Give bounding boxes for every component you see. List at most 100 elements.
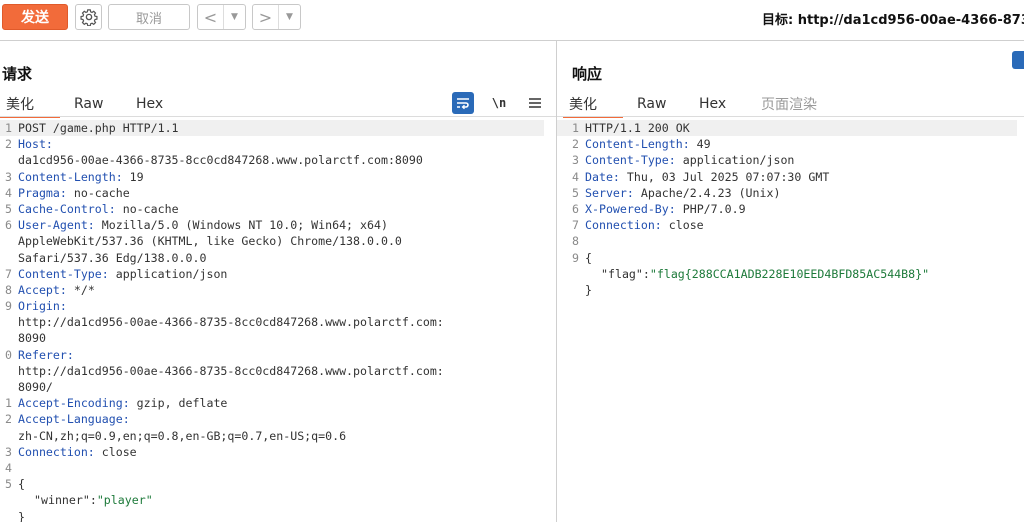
line-content: Host:: [12, 136, 53, 152]
code-line: http://da1cd956-00ae-4366-8735-8cc0cd847…: [0, 363, 556, 379]
line-number: 5: [572, 185, 579, 200]
line-content: Cache-Control: no-cache: [12, 201, 179, 217]
line-content: Pragma: no-cache: [12, 185, 130, 201]
newline-icon[interactable]: \n: [488, 92, 510, 114]
line-content: Date: Thu, 03 Jul 2025 07:07:30 GMT: [579, 169, 829, 185]
response-editor[interactable]: 1 HTTP/1.1 200 OK 2 Content-Length: 49 3 Cont…: [557, 120, 1024, 298]
header-name: Connection:: [18, 444, 95, 459]
line-number: 7: [572, 218, 579, 233]
header-value: gzip, deflate: [129, 396, 228, 411]
settings-button[interactable]: [75, 4, 102, 30]
code-line: 9 Origin:: [0, 298, 556, 314]
line-number: [0, 330, 12, 346]
code-line: 5 Cache-Control: no-cache: [0, 201, 556, 217]
header-value: */*: [66, 282, 95, 297]
back-history-dropdown[interactable]: ▼: [224, 5, 245, 29]
line-number: 4: [5, 460, 12, 475]
line-content: HTTP/1.1 200 OK: [579, 120, 690, 136]
line-content: Content-Length: 49: [579, 136, 711, 152]
request-tab-hex[interactable]: Hex: [122, 91, 184, 117]
response-tab-raw[interactable]: Raw: [623, 91, 685, 117]
line-number: [0, 492, 12, 508]
line-content: Connection: close: [12, 444, 137, 460]
code-line: zh-CN,zh;q=0.9,en;q=0.8,en-GB;q=0.7,en-U…: [0, 428, 556, 444]
header-value: HTTP/1.1 200 OK: [585, 121, 690, 135]
code-line: 8090: [0, 330, 556, 346]
header-name: Date:: [585, 169, 620, 184]
line-content: AppleWebKit/537.36 (KHTML, like Gecko) C…: [12, 233, 402, 249]
menu-icon[interactable]: [524, 92, 546, 114]
line-number: 8: [572, 234, 579, 249]
response-tab-pretty[interactable]: 美化: [563, 91, 623, 118]
json-key: "flag": [601, 266, 643, 281]
response-tab-render[interactable]: 页面渲染: [747, 91, 827, 117]
cancel-button[interactable]: 取消: [108, 4, 190, 30]
code-line: http://da1cd956-00ae-4366-8735-8cc0cd847…: [0, 314, 556, 330]
header-name: Server:: [585, 185, 634, 200]
line-content: da1cd956-00ae-4366-8735-8cc0cd847268.www…: [12, 152, 423, 168]
wrap-icon[interactable]: [452, 92, 474, 114]
line-content: [12, 460, 18, 476]
line-content: Content-Type: application/json: [12, 266, 227, 282]
line-number: 3: [5, 169, 12, 184]
request-title: 请求: [2, 65, 33, 83]
line-content: Accept-Language:: [12, 411, 130, 427]
header-value: }: [18, 509, 25, 522]
json-separator: :: [89, 493, 97, 508]
line-content: X-Powered-By: PHP/7.0.9: [579, 201, 746, 217]
header-value: http://da1cd956-00ae-4366-8735-8cc0cd847…: [18, 315, 444, 330]
back-button[interactable]: <: [198, 5, 224, 29]
target-url[interactable]: 目标: http://da1cd956-00ae-4366-873: [762, 9, 1024, 28]
response-tab-divider: [557, 116, 1024, 117]
response-panel: 响应 美化 Raw Hex 页面渲染 1 HTTP/1.1 200 OK 2 Cont…: [557, 41, 1024, 522]
code-line: 5 Server: Apache/2.4.23 (Unix): [557, 185, 1024, 201]
request-editor-tools: \n: [452, 91, 546, 115]
header-value: {: [18, 477, 25, 492]
line-number: 2: [5, 412, 12, 427]
line-content: }: [12, 509, 25, 522]
line-number: 9: [5, 299, 12, 314]
header-value: }: [585, 282, 592, 297]
line-number: [0, 250, 12, 266]
line-number: 6: [5, 218, 12, 233]
header-name: Referer:: [18, 347, 74, 362]
line-content: Accept-Encoding: gzip, deflate: [12, 395, 227, 411]
collapse-icon[interactable]: [1012, 51, 1024, 69]
line-number: [0, 379, 12, 395]
line-content: {: [579, 250, 592, 266]
forward-history-dropdown[interactable]: ▼: [279, 5, 300, 29]
code-line: 7 Connection: close: [557, 217, 1024, 233]
response-title: 响应: [572, 65, 603, 83]
line-number: [0, 428, 12, 444]
code-line: 2 Accept-Language:: [0, 411, 556, 427]
line-number: 5: [5, 477, 12, 492]
code-line: Safari/537.36 Edg/138.0.0.0: [0, 250, 556, 266]
line-number: [557, 282, 579, 298]
request-tab-divider: [0, 116, 556, 117]
header-value: POST /game.php HTTP/1.1: [18, 121, 179, 135]
line-number: [557, 266, 579, 282]
header-value: {: [585, 250, 592, 265]
header-value: 8090: [18, 331, 46, 346]
line-number: [0, 363, 12, 379]
send-button[interactable]: 发送: [2, 4, 68, 30]
forward-navigation: > ▼: [252, 4, 301, 30]
header-name: Connection:: [585, 218, 662, 233]
code-line: }: [0, 509, 556, 522]
line-content: http://da1cd956-00ae-4366-8735-8cc0cd847…: [12, 314, 444, 330]
code-line: 4: [0, 460, 556, 476]
header-value: AppleWebKit/537.36 (KHTML, like Gecko) C…: [18, 234, 402, 249]
request-tab-pretty[interactable]: 美化: [0, 91, 60, 118]
header-name: Origin:: [18, 299, 67, 314]
header-name: Host:: [18, 137, 53, 152]
request-tab-raw[interactable]: Raw: [60, 91, 122, 117]
code-line: 6 X-Powered-By: PHP/7.0.9: [557, 201, 1024, 217]
header-value: no-cache: [115, 201, 179, 216]
line-number: 3: [572, 153, 579, 168]
request-editor[interactable]: 1 POST /game.php HTTP/1.1 2 Host: da1cd956-0…: [0, 120, 556, 522]
toolbar: 发送 取消 < ▼ > ▼ 目标: http://da1cd956-00ae-4…: [0, 0, 1024, 36]
header-name: Pragma:: [18, 185, 67, 200]
line-number: [0, 233, 12, 249]
response-tab-hex[interactable]: Hex: [685, 91, 747, 117]
forward-button[interactable]: >: [253, 5, 279, 29]
